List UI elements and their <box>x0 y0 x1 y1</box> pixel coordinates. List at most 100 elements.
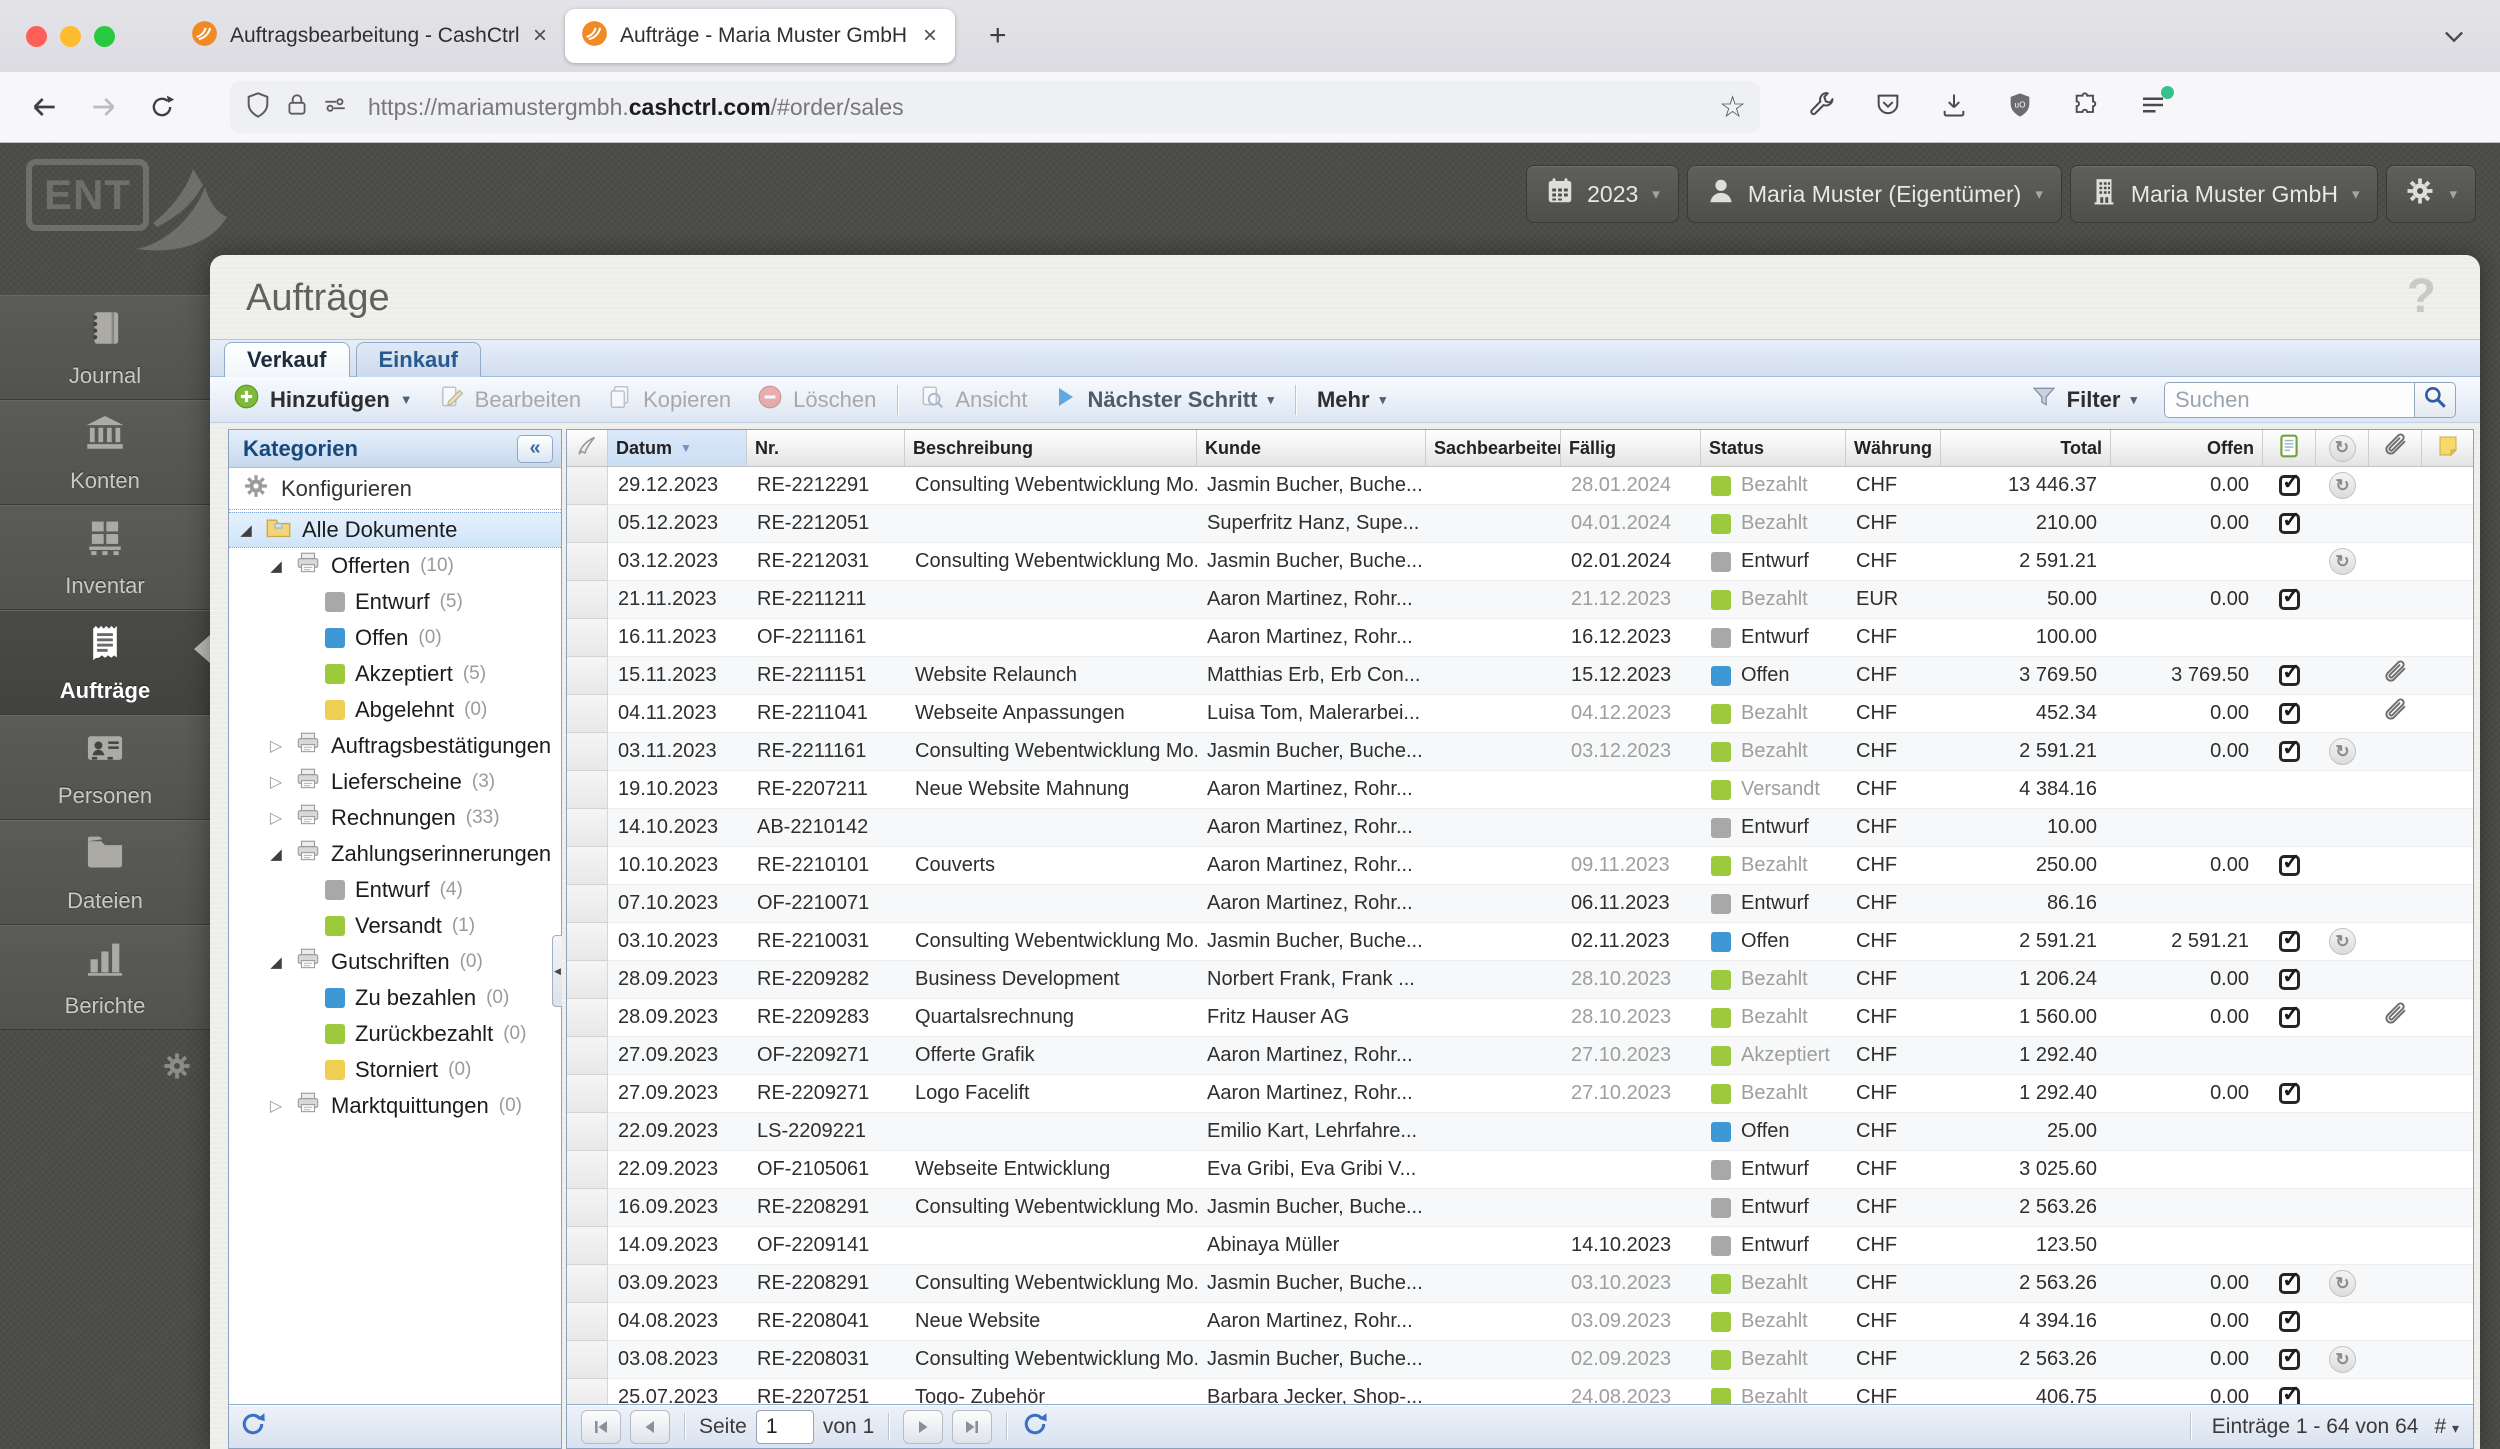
tab-close-icon[interactable]: × <box>531 22 549 50</box>
table-row[interactable]: 14.10.2023 AB-2210142 Aaron Martinez, Rohr… <box>567 809 2473 847</box>
table-row[interactable]: 15.11.2023 RE-2211151 Website Relaunch Matt… <box>567 657 2473 695</box>
category-item[interactable]: Versandt (1) <box>229 908 561 944</box>
panel-resize-handle[interactable]: ◀ <box>552 935 562 1007</box>
table-row[interactable]: 27.09.2023 OF-2209271 Offerte Grafik Aaron … <box>567 1037 2473 1075</box>
minimize-window-button[interactable] <box>60 25 81 47</box>
category-item[interactable]: ◢ Offerten (10) <box>229 548 561 584</box>
category-item[interactable]: ▷ Rechnungen (33) <box>229 800 561 836</box>
table-row[interactable]: 03.08.2023 RE-2208031 Consulting Webentwic… <box>567 1341 2473 1379</box>
sidebar-item-personen[interactable]: Personen <box>0 715 210 820</box>
page-input[interactable] <box>755 1409 814 1444</box>
column-header-nr[interactable]: Nr. <box>747 430 905 466</box>
table-row[interactable]: 25.07.2023 RE-2207251 Togo- Zubehör Barbara… <box>567 1379 2473 1404</box>
sidebar-item-berichte[interactable]: Berichte <box>0 925 210 1030</box>
delete-button[interactable]: Löschen <box>744 382 889 418</box>
booked-checkbox[interactable] <box>2279 1305 2300 1332</box>
search-button[interactable] <box>2414 381 2456 418</box>
url-bar[interactable]: https://mariamustergmbh.cashctrl.com/#or… <box>230 81 1760 133</box>
column-header-recurring[interactable]: ↻ <box>2316 430 2369 466</box>
booked-checkbox[interactable] <box>2279 507 2300 534</box>
category-item[interactable]: Zu bezahlen (0) <box>229 980 561 1016</box>
table-row[interactable]: 27.09.2023 RE-2209271 Logo Facelift Aaron M… <box>567 1075 2473 1113</box>
table-row[interactable]: 28.09.2023 RE-2209282 Business Development… <box>567 961 2473 999</box>
table-row[interactable]: 16.09.2023 RE-2208291 Consulting Webentwic… <box>567 1189 2473 1227</box>
category-item[interactable]: ◢ Gutschriften (0) <box>229 944 561 980</box>
booked-checkbox[interactable] <box>2279 1077 2300 1104</box>
table-row[interactable]: 04.11.2023 RE-2211041 Webseite Anpassungen… <box>567 695 2473 733</box>
column-header-beschreibung[interactable]: Beschreibung <box>905 430 1197 466</box>
column-header-status[interactable]: Status <box>1701 430 1846 466</box>
column-header-datum[interactable]: Datum ▼ <box>608 430 747 466</box>
lock-icon[interactable] <box>284 92 310 123</box>
forward-icon[interactable] <box>88 91 120 123</box>
category-item[interactable]: ◢Zahlungserinnerungen(5) <box>229 836 561 872</box>
table-row[interactable]: 05.12.2023 RE-2212051 Superfritz Hanz, Sup… <box>567 505 2473 543</box>
table-row[interactable]: 16.11.2023 OF-2211161 Aaron Martinez, Rohr… <box>567 619 2473 657</box>
zoom-window-button[interactable] <box>94 25 115 47</box>
column-header-offen[interactable]: Offen <box>2111 430 2263 466</box>
view-button[interactable]: Ansicht <box>906 382 1040 418</box>
column-header-handle[interactable] <box>567 430 608 466</box>
category-item[interactable]: Offen (0) <box>229 620 561 656</box>
settings-button[interactable]: ▾ <box>2386 165 2476 223</box>
permissions-icon[interactable] <box>322 92 348 123</box>
user-selector[interactable]: Maria Muster (Eigentümer) ▾ <box>1686 165 2062 223</box>
booked-checkbox[interactable] <box>2279 659 2300 686</box>
table-row[interactable]: 07.10.2023 OF-2210071 Aaron Martinez, Rohr… <box>567 885 2473 923</box>
sidebar-item-dateien[interactable]: Dateien <box>0 820 210 925</box>
prev-page-button[interactable] <box>630 1409 670 1444</box>
table-row[interactable]: 10.10.2023 RE-2210101 Couverts Aaron Martin… <box>567 847 2473 885</box>
tab-overflow-chevron-icon[interactable] <box>2440 22 2468 55</box>
category-item[interactable]: ▷ Lieferscheine (3) <box>229 764 561 800</box>
category-item[interactable]: Entwurf (4) <box>229 872 561 908</box>
booked-checkbox[interactable] <box>2279 925 2300 952</box>
caret-collapsed-icon[interactable]: ▷ <box>267 808 285 828</box>
sidebar-item-konten[interactable]: Konten <box>0 400 210 505</box>
ublock-shield-icon[interactable]: uO <box>2006 91 2034 124</box>
sidebar-gear-icon[interactable] <box>162 1051 192 1086</box>
booked-checkbox[interactable] <box>2279 963 2300 990</box>
first-page-button[interactable] <box>581 1409 621 1444</box>
caret-expanded-icon[interactable]: ◢ <box>267 845 285 863</box>
configure-button[interactable]: Konfigurieren <box>229 468 561 510</box>
category-item[interactable]: ▷Auftragsbestätigungen(13) <box>229 728 561 764</box>
booked-checkbox[interactable] <box>2279 1001 2300 1028</box>
menu-hamburger-icon[interactable] <box>2138 85 2174 125</box>
search-input[interactable] <box>2164 381 2414 418</box>
table-row[interactable]: 19.10.2023 RE-2207211 Neue Website Mahnung… <box>567 771 2473 809</box>
table-row[interactable]: 14.09.2023 OF-2209141 Abinaya Müller 14.10.… <box>567 1227 2473 1265</box>
more-button[interactable]: Mehr ▾ <box>1304 382 1399 418</box>
tab-verkauf[interactable]: Verkauf <box>224 342 350 377</box>
next-page-button[interactable] <box>903 1409 944 1444</box>
company-selector[interactable]: Maria Muster GmbH ▾ <box>2069 165 2379 223</box>
column-header-booked[interactable] <box>2263 430 2316 466</box>
download-icon[interactable] <box>1940 91 1968 124</box>
booked-checkbox[interactable] <box>2279 1267 2300 1294</box>
reload-icon[interactable] <box>148 93 176 121</box>
caret-expanded-icon[interactable]: ◢ <box>267 557 285 575</box>
category-item[interactable]: Storniert (0) <box>229 1052 561 1088</box>
caret-collapsed-icon[interactable]: ▷ <box>267 1096 285 1116</box>
category-item[interactable]: Akzeptiert (5) <box>229 656 561 692</box>
table-row[interactable]: 04.08.2023 RE-2208041 Neue Website Aaron Ma… <box>567 1303 2473 1341</box>
new-tab-button[interactable]: + <box>981 19 1015 53</box>
column-header-note[interactable] <box>2422 430 2473 466</box>
close-window-button[interactable] <box>26 25 47 47</box>
table-row[interactable]: 21.11.2023 RE-2211211 Aaron Martinez, Rohr… <box>567 581 2473 619</box>
caret-collapsed-icon[interactable]: ▷ <box>267 736 285 756</box>
sidebar-item-aufträge[interactable]: Aufträge <box>0 610 210 715</box>
table-row[interactable]: 29.12.2023 RE-2212291 Consulting Webentwic… <box>567 467 2473 505</box>
table-row[interactable]: 22.09.2023 LS-2209221 Emilio Kart, Lehrfah… <box>567 1113 2473 1151</box>
next-step-button[interactable]: Nächster Schritt ▾ <box>1040 382 1286 418</box>
caret-expanded-icon[interactable]: ◢ <box>267 953 285 971</box>
category-item[interactable]: Zurückbezahlt (0) <box>229 1016 561 1052</box>
sidebar-item-inventar[interactable]: Inventar <box>0 505 210 610</box>
copy-button[interactable]: Kopieren <box>594 382 744 418</box>
booked-checkbox[interactable] <box>2279 735 2300 762</box>
sidebar-item-journal[interactable]: Journal <box>0 295 210 400</box>
refresh-icon[interactable] <box>1021 1410 1049 1444</box>
column-header-sachbearbeiter[interactable]: Sachbearbeiter <box>1426 430 1561 466</box>
column-header-waehrung[interactable]: Währung <box>1846 430 1941 466</box>
column-header-total[interactable]: Total <box>1941 430 2111 466</box>
booked-checkbox[interactable] <box>2279 849 2300 876</box>
